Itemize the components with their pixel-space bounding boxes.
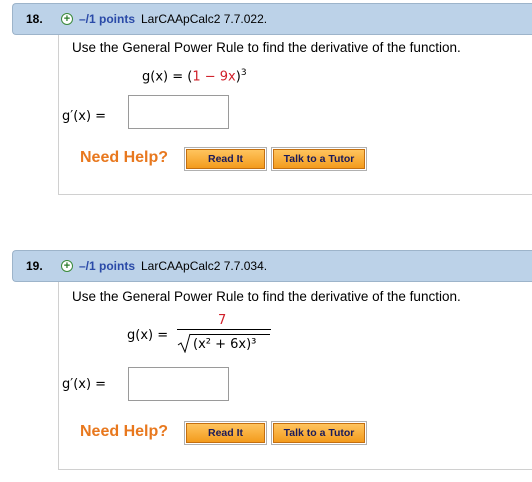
read-it-button[interactable]: Read It — [184, 147, 267, 171]
radical-overline — [190, 334, 270, 335]
question-body: Use the General Power Rule to find the d… — [58, 282, 532, 470]
question-prompt: Use the General Power Rule to find the d… — [72, 40, 461, 55]
talk-to-tutor-button[interactable]: Talk to a Tutor — [271, 421, 367, 445]
plus-circle-icon[interactable]: + — [61, 13, 73, 25]
function-expression: g(x) = (1 − 9x)3 — [142, 68, 247, 84]
talk-to-tutor-button[interactable]: Talk to a Tutor — [271, 147, 367, 171]
question-id: LarCAApCalc2 7.7.034. — [141, 259, 268, 273]
function-inner: 1 − 9x — [192, 69, 236, 85]
answer-label: g′(x) = — [62, 377, 107, 392]
question-id: LarCAApCalc2 7.7.022. — [141, 12, 268, 26]
question-body: Use the General Power Rule to find the d… — [58, 35, 532, 195]
points-label: –/1 points — [79, 259, 136, 273]
function-numerator: 7 — [218, 313, 227, 328]
question-number: 18. — [26, 12, 43, 26]
function-denominator: (x² + 6x)³ — [193, 337, 257, 352]
function-exponent: 3 — [240, 68, 247, 78]
question-prompt: Use the General Power Rule to find the d… — [72, 289, 461, 304]
function-lhs: g(x) = — [142, 69, 188, 85]
need-help-label: Need Help? — [80, 423, 169, 440]
answer-input[interactable] — [128, 95, 229, 129]
read-it-button[interactable]: Read It — [184, 421, 267, 445]
question-header: 19. + –/1 points LarCAApCalc2 7.7.034. — [12, 250, 532, 282]
need-help-label: Need Help? — [80, 149, 169, 166]
answer-label: g′(x) = — [62, 109, 107, 124]
answer-input[interactable] — [128, 367, 229, 401]
function-lhs: g(x) = — [127, 328, 169, 343]
radical-sign-icon — [177, 333, 191, 353]
question-number: 19. — [26, 259, 43, 273]
fraction-bar — [177, 329, 271, 330]
points-label: –/1 points — [79, 12, 136, 26]
plus-circle-icon[interactable]: + — [61, 260, 73, 272]
question-header: 18. + –/1 points LarCAApCalc2 7.7.022. — [12, 3, 532, 35]
